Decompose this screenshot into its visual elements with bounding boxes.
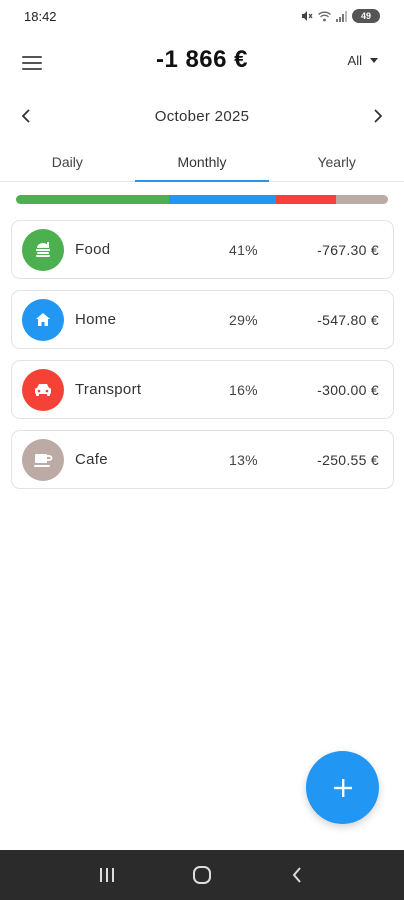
- category-row-home[interactable]: Home 29% -547.80 €: [11, 290, 394, 349]
- category-list: Food 41% -767.30 € Home 29% -547.80 € Tr…: [11, 220, 394, 489]
- category-percent: 16%: [229, 381, 258, 398]
- category-row-food[interactable]: Food 41% -767.30 €: [11, 220, 394, 279]
- app-header: -1 866 € All: [0, 40, 404, 86]
- period-tabs: Daily Monthly Yearly: [0, 142, 404, 182]
- home-button[interactable]: [182, 855, 222, 895]
- food-icon-badge: [22, 228, 64, 271]
- wifi-icon: [318, 11, 331, 21]
- status-bar: 18:42 49: [0, 0, 404, 32]
- battery-indicator: 49: [352, 9, 380, 23]
- recent-apps-button[interactable]: [87, 855, 127, 895]
- add-transaction-button[interactable]: [306, 751, 379, 824]
- mute-icon: [302, 11, 313, 21]
- distribution-segment-home: [168, 195, 277, 204]
- category-row-transport[interactable]: Transport 16% -300.00 €: [11, 360, 394, 419]
- next-month-button[interactable]: [368, 106, 388, 126]
- chevron-left-icon: [21, 109, 30, 123]
- back-chevron-icon: [292, 867, 301, 883]
- category-percent: 29%: [229, 311, 258, 328]
- total-amount: -1 866 €: [155, 46, 249, 73]
- car-icon-badge: [22, 368, 64, 411]
- account-filter-dropdown[interactable]: All: [348, 53, 378, 68]
- distribution-segment-transport: [276, 195, 336, 204]
- back-button[interactable]: [277, 855, 317, 895]
- category-amount: -300.00 €: [317, 381, 379, 398]
- distribution-segment-food: [16, 195, 169, 204]
- recent-apps-icon: [100, 868, 115, 882]
- signal-icon: [336, 10, 347, 22]
- category-amount: -767.30 €: [317, 241, 379, 258]
- coffee-icon: [34, 453, 53, 467]
- home-icon: [36, 312, 50, 326]
- chevron-right-icon: [374, 109, 383, 123]
- category-amount: -250.55 €: [317, 451, 379, 468]
- status-time: 18:42: [24, 8, 57, 24]
- tab-yearly[interactable]: Yearly: [269, 142, 404, 181]
- home-circle-icon: [192, 866, 211, 884]
- category-name: Food: [75, 241, 111, 258]
- category-percent: 41%: [229, 241, 258, 258]
- coffee-icon-badge: [22, 438, 64, 481]
- filter-label: All: [347, 53, 362, 68]
- category-row-cafe[interactable]: Cafe 13% -250.55 €: [11, 430, 394, 489]
- plus-icon: [333, 778, 352, 797]
- month-label: October 2025: [154, 107, 250, 125]
- home-icon-badge: [22, 298, 64, 341]
- car-icon: [35, 383, 51, 396]
- category-percent: 13%: [229, 451, 258, 468]
- system-navigation-bar: [0, 850, 404, 900]
- category-name: Cafe: [75, 451, 108, 468]
- category-amount: -547.80 €: [317, 311, 379, 328]
- category-name: Transport: [75, 381, 142, 398]
- tab-monthly[interactable]: Monthly: [134, 142, 270, 182]
- food-icon: [36, 241, 50, 257]
- caret-down-icon: [370, 58, 378, 63]
- category-name: Home: [75, 311, 117, 328]
- tab-daily[interactable]: Daily: [0, 142, 135, 181]
- previous-month-button[interactable]: [16, 106, 36, 126]
- category-distribution-bar: [16, 195, 388, 204]
- status-icons: 49: [301, 9, 380, 23]
- distribution-segment-cafe: [335, 195, 388, 204]
- month-navigation: October 2025: [0, 100, 404, 132]
- app-screen: 18:42 49 -1 866 € All October 2025 Daily…: [0, 0, 404, 900]
